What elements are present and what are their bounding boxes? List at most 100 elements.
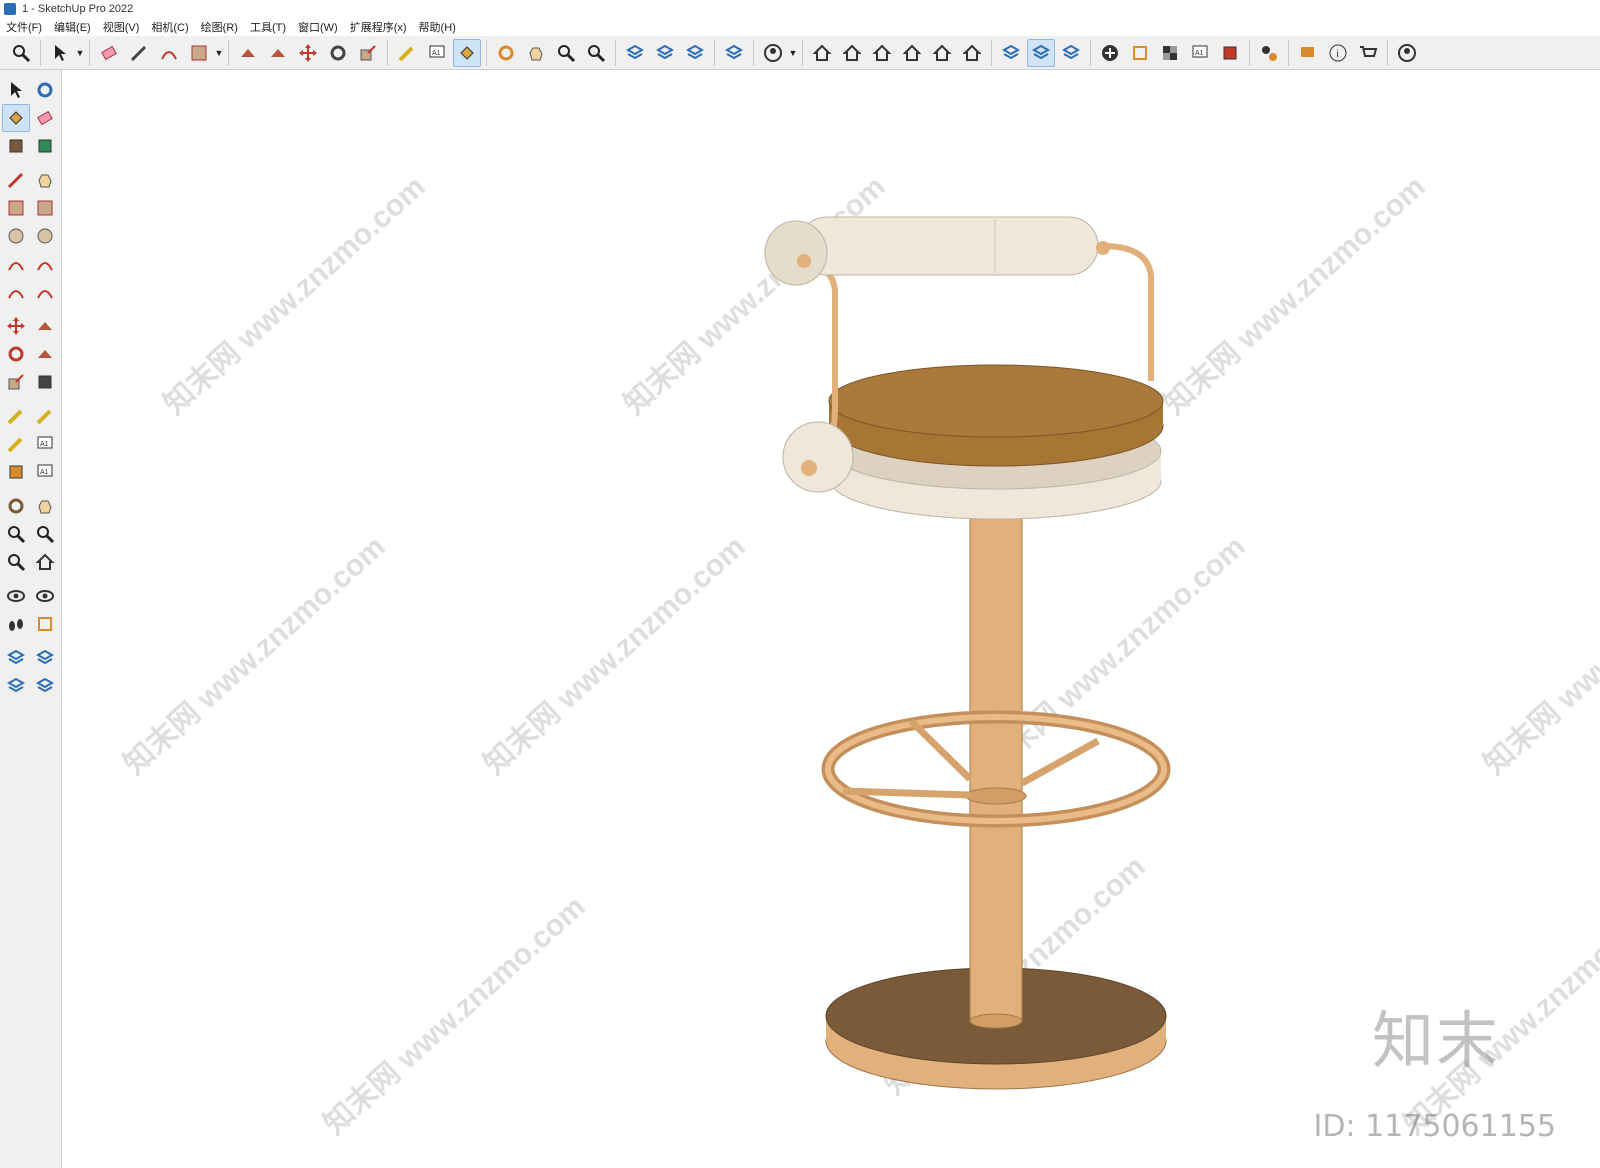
rectangle-tool[interactable]	[2, 194, 30, 222]
sandbox-from-contours-tool[interactable]	[2, 644, 30, 672]
pencil-tool[interactable]	[2, 166, 30, 194]
look-around-tool[interactable]	[31, 582, 59, 610]
text-tool[interactable]: A1	[31, 430, 59, 458]
follow-me-tool[interactable]	[31, 340, 59, 368]
scale-button[interactable]	[354, 39, 382, 67]
right-view-button[interactable]	[928, 39, 956, 67]
circle-tool[interactable]	[2, 222, 30, 250]
follow-me-button[interactable]	[264, 39, 292, 67]
rectangle-button[interactable]	[185, 39, 213, 67]
sandbox-smoove-tool[interactable]	[2, 672, 30, 700]
menu-item[interactable]: 帮助(H)	[413, 19, 462, 35]
text-button[interactable]: A1	[423, 39, 451, 67]
paint-bucket-button[interactable]	[453, 38, 481, 67]
info-button[interactable]: i	[1324, 39, 1352, 67]
pie-tool[interactable]	[31, 278, 59, 306]
extension-manager-button[interactable]	[1255, 39, 1283, 67]
menu-item[interactable]: 工具(T)	[244, 19, 292, 35]
chevron-down-icon[interactable]: ▼	[214, 39, 224, 67]
zoom-extents-button[interactable]	[582, 39, 610, 67]
back-view-button[interactable]	[958, 39, 986, 67]
menu-item[interactable]: 编辑(E)	[48, 19, 97, 35]
chevron-down-icon[interactable]: ▼	[75, 39, 85, 67]
cart-button[interactable]	[1354, 39, 1382, 67]
pan-button[interactable]	[522, 39, 550, 67]
account-button[interactable]	[1393, 39, 1421, 67]
tag-tool[interactable]	[31, 132, 59, 160]
zoom-tool-button[interactable]	[552, 39, 580, 67]
sandbox-smoove-icon	[655, 44, 675, 59]
eraser-button[interactable]	[95, 39, 123, 67]
outliner-button[interactable]	[1027, 38, 1055, 67]
chat-button[interactable]	[1294, 39, 1322, 67]
paint-bucket-tool[interactable]	[2, 104, 30, 132]
zoom-window-tool[interactable]	[31, 520, 59, 548]
rotate-button[interactable]	[324, 39, 352, 67]
push-pull-button[interactable]	[234, 39, 262, 67]
materials-button[interactable]	[1156, 39, 1184, 67]
protractor-tool[interactable]	[2, 430, 30, 458]
3-point-arc-tool[interactable]	[2, 278, 30, 306]
zoom-button[interactable]	[7, 39, 35, 67]
3d-text-tool[interactable]: A1	[31, 458, 59, 486]
dimension-tool[interactable]	[31, 402, 59, 430]
walk-tool[interactable]	[2, 610, 30, 638]
scale-tool[interactable]	[2, 368, 30, 396]
previous-view-tool[interactable]	[31, 548, 59, 576]
front-view-button[interactable]	[838, 39, 866, 67]
eraser-tool[interactable]	[31, 104, 59, 132]
pan-tool[interactable]	[31, 492, 59, 520]
axes-tool[interactable]	[2, 458, 30, 486]
sandbox-drape-button[interactable]	[720, 39, 748, 67]
chevron-down-icon[interactable]: ▼	[788, 39, 798, 67]
arc-tool[interactable]	[2, 250, 30, 278]
menu-item[interactable]: 绘图(R)	[195, 19, 244, 35]
bar-stool-model[interactable]	[63, 71, 1600, 1168]
rotate-tool[interactable]	[2, 340, 30, 368]
styles-button[interactable]	[1057, 39, 1085, 67]
components-button[interactable]	[997, 39, 1025, 67]
2-point-arc-tool[interactable]	[31, 250, 59, 278]
section-plane-tool[interactable]	[31, 610, 59, 638]
menu-item[interactable]: 视图(V)	[97, 19, 146, 35]
texture-button[interactable]: A1	[1186, 39, 1214, 67]
select-button[interactable]	[46, 39, 74, 67]
polygon-tool[interactable]	[31, 222, 59, 250]
menu-item[interactable]: 相机(C)	[145, 19, 194, 35]
move-tool[interactable]	[2, 312, 30, 340]
zoom-tool[interactable]	[2, 520, 30, 548]
move-button[interactable]	[294, 39, 322, 67]
sandbox-smoove-button[interactable]	[651, 39, 679, 67]
sandbox-from-scratch-tool[interactable]	[31, 644, 59, 672]
iso-view-button[interactable]	[808, 39, 836, 67]
section-plane-button[interactable]	[1126, 39, 1154, 67]
arc-button[interactable]	[155, 39, 183, 67]
make-component-tool[interactable]	[2, 132, 30, 160]
orbit-tool-tool[interactable]	[2, 492, 30, 520]
sandbox-stamp-button[interactable]	[681, 39, 709, 67]
add-location-button[interactable]	[1096, 39, 1124, 67]
circle-icon	[8, 228, 24, 244]
tape-measure-tool[interactable]	[2, 402, 30, 430]
sandbox-stamp-tool[interactable]	[31, 672, 59, 700]
top-view-button[interactable]	[898, 39, 926, 67]
tape-measure-button[interactable]	[393, 39, 421, 67]
position-camera-tool[interactable]	[2, 582, 30, 610]
select-tool[interactable]	[2, 76, 30, 104]
orbit-button[interactable]	[492, 39, 520, 67]
menu-item[interactable]: 扩展程序(x)	[344, 19, 413, 35]
user-button[interactable]	[759, 39, 787, 67]
3d-viewport[interactable]: 知末网 www.znzmo.com 知末网 www.znzmo.com 知末网 ww…	[63, 71, 1600, 1168]
orbit-tool[interactable]	[31, 76, 59, 104]
zoom-extents-tool[interactable]	[2, 548, 30, 576]
push-pull-tool[interactable]	[31, 312, 59, 340]
menu-item[interactable]: 窗口(W)	[292, 19, 344, 35]
rotated-rectangle-tool[interactable]	[31, 194, 59, 222]
freehand-tool[interactable]	[31, 166, 59, 194]
menu-item[interactable]: 文件(F)	[0, 19, 48, 35]
trimble-connect-button[interactable]	[1216, 39, 1244, 67]
sandbox-button[interactable]	[621, 39, 649, 67]
offset-tool[interactable]	[31, 368, 59, 396]
pencil-button[interactable]	[125, 39, 153, 67]
home-view-button[interactable]	[868, 39, 896, 67]
